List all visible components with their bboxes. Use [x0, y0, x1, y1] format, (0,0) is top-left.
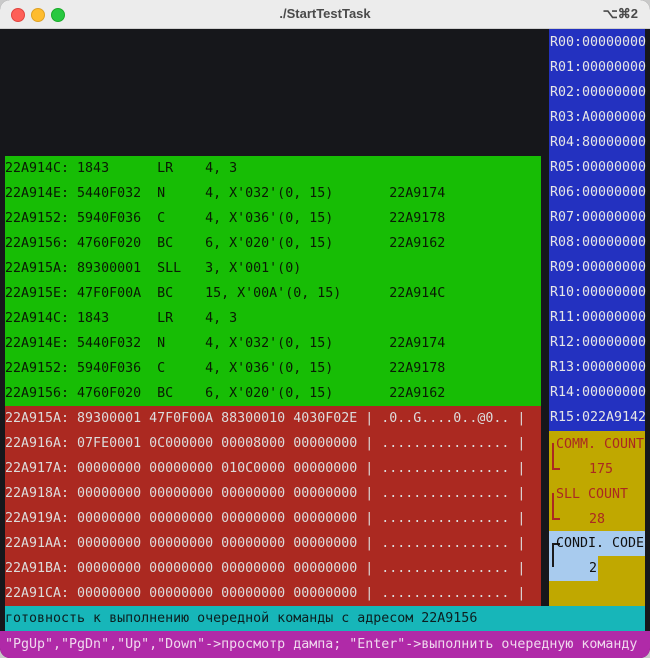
- code-line: 22A9152: 5940F036 C 4, X'036'(0, 15) 22A…: [5, 361, 446, 376]
- terminal-window: ./StartTestTask ⌥⌘2 22A914C: 1843 LR 4, …: [0, 0, 650, 658]
- register-r15: R15:022A9142: [550, 410, 647, 425]
- register-r09: R09:00000000: [550, 260, 647, 275]
- status-text: готовность к выполнению очередной команд…: [5, 611, 478, 626]
- dump-line: 22A919A: 00000000 00000000 00000000 0000…: [5, 511, 526, 526]
- register-r01: R01:00000000: [550, 60, 647, 75]
- status-line: готовность к выполнению очередной команд…: [5, 606, 645, 631]
- code-listing-panel: 22A914C: 1843 LR 4, 3 22A914E: 5440F032 …: [5, 156, 541, 406]
- register-r00: R00:00000000: [550, 35, 647, 50]
- key-hint-bar: "PgUp","PgDn","Up","Down"->просмотр дамп…: [0, 631, 650, 658]
- code-line: 22A914E: 5440F032 N 4, X'032'(0, 15) 22A…: [5, 186, 446, 201]
- panel-separator: [541, 406, 549, 606]
- code-line: 22A9156: 4760F020 BC 6, X'020'(0, 15) 22…: [5, 236, 446, 251]
- dump-line: 22A916A: 07FE0001 0C000000 00008000 0000…: [5, 436, 526, 451]
- register-r04: R04:80000000: [550, 135, 647, 150]
- title-bar: ./StartTestTask ⌥⌘2: [0, 0, 650, 29]
- register-r14: R14:00000000: [550, 385, 647, 400]
- registers-panel: R00:00000000 R01:00000000 R02:00000000 R…: [549, 29, 647, 431]
- register-r07: R07:00000000: [550, 210, 647, 225]
- comm-count-value: 175: [589, 462, 614, 477]
- code-line: 22A9152: 5940F036 C 4, X'036'(0, 15) 22A…: [5, 211, 446, 226]
- dump-line: 22A918A: 00000000 00000000 00000000 0000…: [5, 486, 526, 501]
- counters-panel: COMM. COUNT 175 SLL COUNT 28: [549, 431, 645, 531]
- register-r10: R10:00000000: [550, 285, 647, 300]
- register-r03: R03:A0000000: [550, 110, 647, 125]
- code-line: 22A915A: 89300001 SLL 3, X'001'(0): [5, 261, 302, 276]
- code-line: 22A914C: 1843 LR 4, 3: [5, 161, 238, 176]
- code-line: 22A915E: 47F0F00A BC 15, X'00A'(0, 15) 2…: [5, 286, 446, 301]
- code-line: 22A914E: 5440F032 N 4, X'032'(0, 15) 22A…: [5, 336, 446, 351]
- condition-code-panel: CONDI. CODE 2: [549, 531, 645, 606]
- register-r05: R05:00000000: [550, 160, 647, 175]
- terminal-area[interactable]: 22A914C: 1843 LR 4, 3 22A914E: 5440F032 …: [0, 29, 650, 658]
- sll-count-value: 28: [589, 512, 606, 527]
- register-r11: R11:00000000: [550, 310, 647, 325]
- dump-line: 22A91BA: 00000000 00000000 00000000 0000…: [5, 561, 526, 576]
- dump-line: 22A91CA: 00000000 00000000 00000000 0000…: [5, 586, 526, 601]
- cond-code-value: 2: [589, 561, 598, 576]
- dump-line: 22A917A: 00000000 00000000 010C0000 0000…: [5, 461, 526, 476]
- comm-count-label: COMM. COUNT: [556, 437, 645, 452]
- key-hint-text: "PgUp","PgDn","Up","Down"->просмотр дамп…: [5, 637, 638, 652]
- register-r02: R02:00000000: [550, 85, 647, 100]
- cond-code-label: CONDI. CODE: [556, 536, 645, 551]
- register-r12: R12:00000000: [550, 335, 647, 350]
- register-r13: R13:00000000: [550, 360, 647, 375]
- code-line: 22A9156: 4760F020 BC 6, X'020'(0, 15) 22…: [5, 386, 446, 401]
- register-r08: R08:00000000: [550, 235, 647, 250]
- dump-line: 22A915A: 89300001 47F0F00A 88300010 4030…: [5, 411, 526, 426]
- window-shortcut: ⌥⌘2: [602, 6, 638, 21]
- code-line: 22A914C: 1843 LR 4, 3: [5, 311, 238, 326]
- dump-line: 22A91AA: 00000000 00000000 00000000 0000…: [5, 536, 526, 551]
- sll-count-label: SLL COUNT: [556, 487, 629, 502]
- register-r06: R06:00000000: [550, 185, 647, 200]
- memory-dump-panel[interactable]: 22A915A: 89300001 47F0F00A 88300010 4030…: [5, 406, 541, 606]
- window-title: ./StartTestTask: [279, 6, 371, 21]
